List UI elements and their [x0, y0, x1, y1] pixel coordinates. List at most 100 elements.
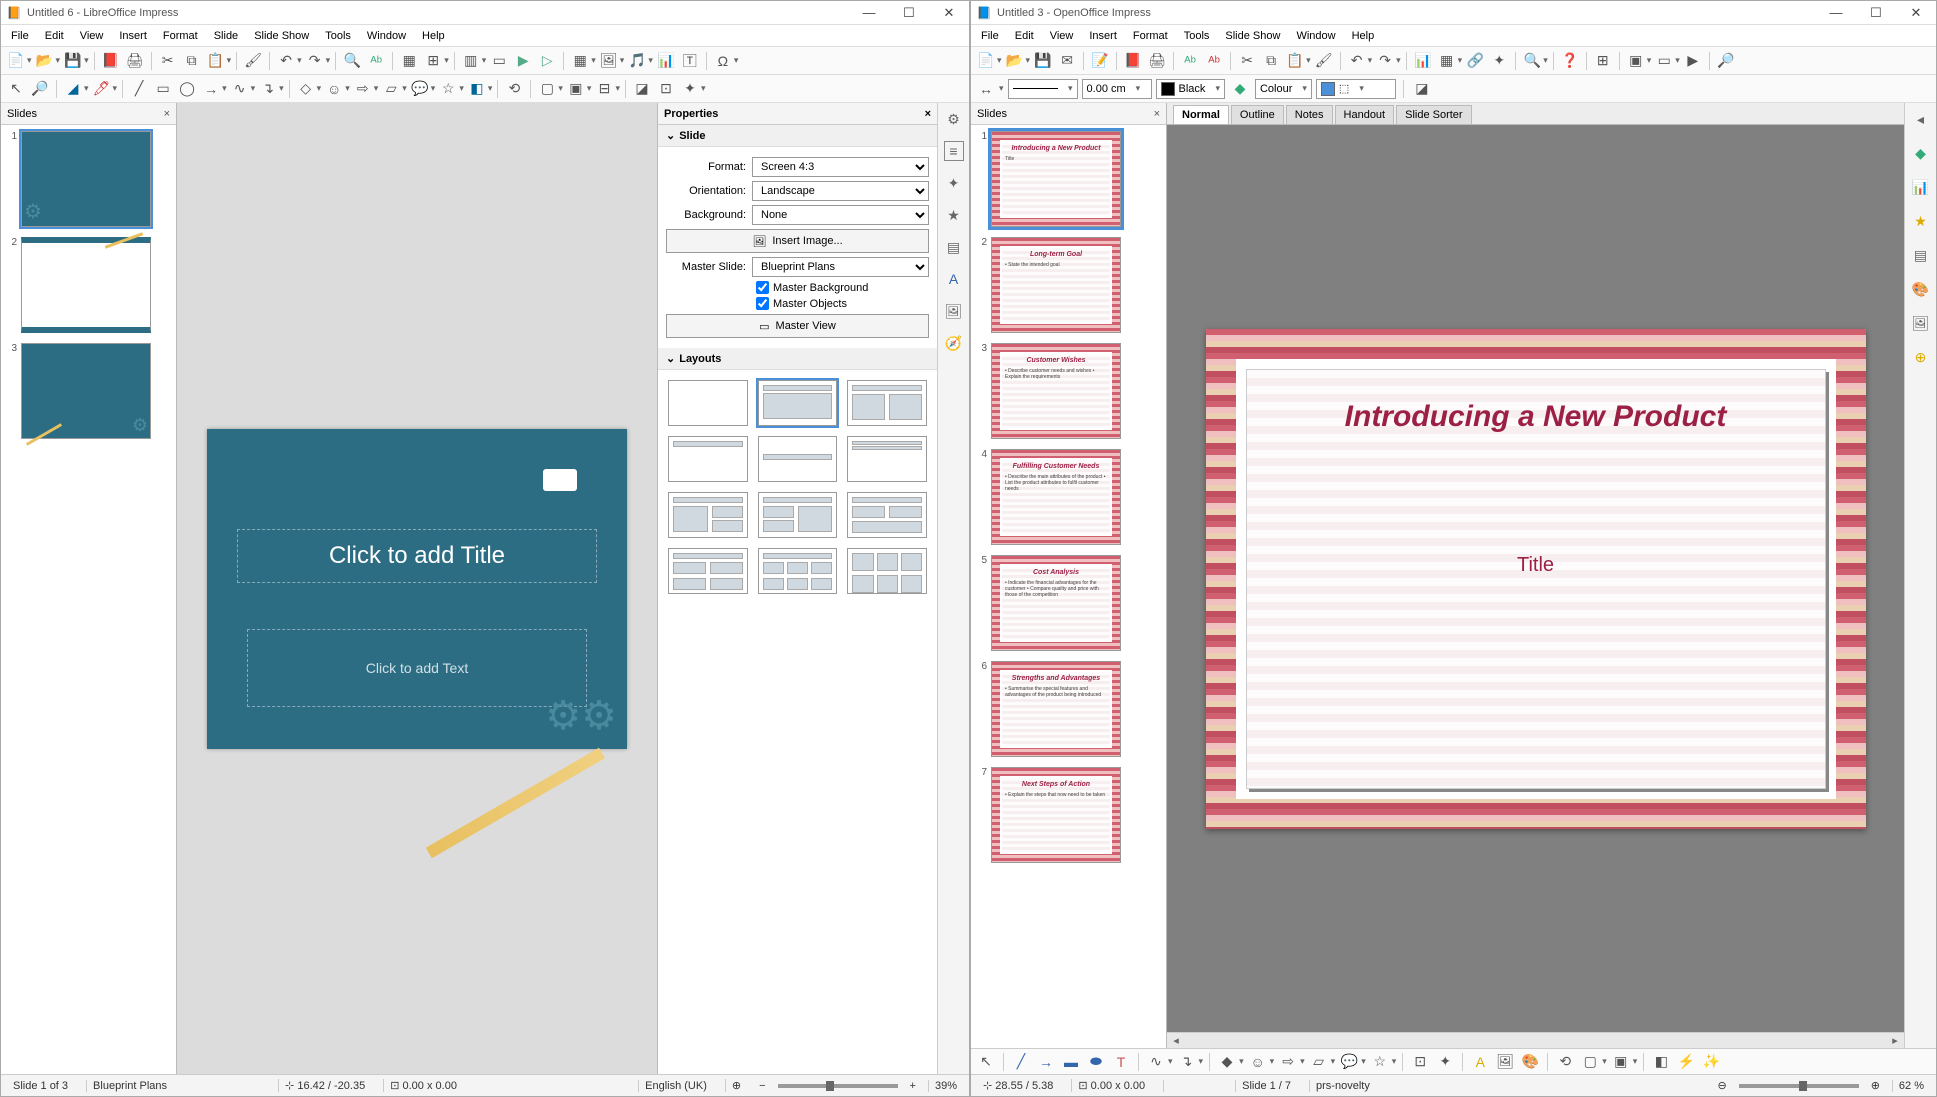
menu-edit[interactable]: Edit [39, 28, 70, 44]
ellipse-icon[interactable]: ⬬ [1085, 1051, 1107, 1073]
paste-icon[interactable]: 📋 [1284, 50, 1306, 72]
print-icon[interactable]: 🖨 [1146, 50, 1168, 72]
menu-insert[interactable]: Insert [1083, 28, 1123, 44]
format-select[interactable]: Screen 4:3 [752, 157, 929, 177]
chevron-down-icon[interactable]: ⌄ [666, 129, 675, 142]
find-icon[interactable]: 🔍 [341, 50, 363, 72]
undo-icon[interactable]: ↶ [1346, 50, 1368, 72]
fill-color-combo[interactable]: ⬚▾ [1316, 79, 1396, 99]
menu-tools[interactable]: Tools [1178, 28, 1216, 44]
status-language[interactable]: English (UK) [638, 1080, 713, 1092]
find-icon[interactable]: 🔎 [1715, 50, 1737, 72]
orientation-select[interactable]: Landscape [752, 181, 929, 201]
tab-slide-sorter[interactable]: Slide Sorter [1396, 105, 1471, 124]
export-pdf-icon[interactable]: 📕 [1122, 50, 1144, 72]
display-views-icon[interactable]: ▥ [460, 50, 482, 72]
layout-right-split[interactable] [758, 492, 838, 538]
align-icon[interactable]: ▢ [536, 78, 558, 100]
paste-icon[interactable]: 📋 [205, 50, 227, 72]
insert-table-icon[interactable]: ▦ [569, 50, 591, 72]
line-color-icon[interactable]: 🖊 [91, 78, 113, 100]
slide-thumbnail-1[interactable]: ⚙ [21, 131, 151, 227]
title-placeholder[interactable]: Click to add Title [237, 529, 597, 583]
insert-chart-icon[interactable]: 📊 [655, 50, 677, 72]
line-color-combo[interactable]: Black▾ [1156, 79, 1225, 99]
sidebar-settings-icon[interactable]: ⚙ [944, 109, 964, 129]
menu-tools[interactable]: Tools [319, 28, 357, 44]
sidebar-settings-icon[interactable]: ◂ [1911, 109, 1931, 129]
layout-2content[interactable] [847, 436, 927, 482]
area-icon[interactable]: ◆ [1229, 78, 1251, 100]
rectangle-icon[interactable]: ▬ [1060, 1051, 1082, 1073]
symbol-shapes-icon[interactable]: ☺ [323, 78, 345, 100]
slide-thumbnail-6[interactable]: Strengths and Advantages • Summarise the… [991, 661, 1121, 757]
menu-help[interactable]: Help [416, 28, 451, 44]
line-icon[interactable]: ╱ [1010, 1051, 1032, 1073]
text-icon[interactable]: T [1110, 1051, 1132, 1073]
layout-top-split[interactable] [847, 492, 927, 538]
help-icon[interactable]: ❓ [1559, 50, 1581, 72]
navigator-icon[interactable]: ✦ [1488, 50, 1510, 72]
chart-icon[interactable]: 📊 [1412, 50, 1434, 72]
block-arrows-icon[interactable]: ⇨ [352, 78, 374, 100]
curve-icon[interactable]: ∿ [1145, 1051, 1167, 1073]
email-icon[interactable]: ✉ [1056, 50, 1078, 72]
print-icon[interactable]: 🖨 [124, 50, 146, 72]
crop-icon[interactable]: ⊡ [655, 78, 677, 100]
line-icon[interactable]: ╱ [128, 78, 150, 100]
autospellcheck-icon[interactable]: ᴬᵇ [1203, 50, 1225, 72]
callouts-icon[interactable]: 💬 [1338, 1051, 1360, 1073]
zoom-out-icon[interactable]: − [759, 1080, 765, 1092]
slide-thumbnail-5[interactable]: Cost Analysis • Indicate the financial a… [991, 555, 1121, 651]
stars-icon[interactable]: ☆ [437, 78, 459, 100]
master-background-checkbox[interactable] [756, 281, 769, 294]
open-icon[interactable]: 📂 [1004, 50, 1026, 72]
menu-edit[interactable]: Edit [1009, 28, 1040, 44]
menu-format[interactable]: Format [1127, 28, 1174, 44]
slide-thumbnail-7[interactable]: Next Steps of Action • Explain the steps… [991, 767, 1121, 863]
navigator-deck-icon[interactable]: ⊕ [1911, 347, 1931, 367]
hyperlink-icon[interactable]: 🔗 [1464, 50, 1486, 72]
layout-6content[interactable] [758, 548, 838, 594]
custom-animation-deck-icon[interactable]: ★ [1911, 211, 1931, 231]
insert-textbox-icon[interactable]: 🅃 [679, 50, 701, 72]
close-button[interactable]: ✕ [935, 5, 963, 21]
master-slide-icon[interactable]: ▭ [488, 50, 510, 72]
animation-icon[interactable]: ✨ [1700, 1051, 1722, 1073]
layout-4content[interactable] [668, 548, 748, 594]
insert-image-button[interactable]: 🖼Insert Image... [666, 229, 929, 253]
zoom-slider[interactable] [1739, 1084, 1859, 1088]
fontwork-icon[interactable]: A [1469, 1051, 1491, 1073]
slide-transition-deck-icon[interactable]: ▤ [1911, 245, 1931, 265]
spellcheck-icon[interactable]: ᴬᵇ [365, 50, 387, 72]
glue-points-icon[interactable]: ✦ [1434, 1051, 1456, 1073]
spellcheck-icon[interactable]: ᴬᵇ [1179, 50, 1201, 72]
slide-editor[interactable]: Click to add Title Click to add Text ⚙⚙ [177, 103, 657, 1074]
layout-title-only[interactable] [668, 436, 748, 482]
insert-image-icon[interactable]: 🖼 [598, 50, 620, 72]
maximize-button[interactable]: ☐ [1862, 5, 1890, 21]
arrow-icon[interactable]: → [1035, 1051, 1057, 1073]
menu-format[interactable]: Format [157, 28, 204, 44]
redo-icon[interactable]: ↷ [304, 50, 326, 72]
status-zoom[interactable]: 39% [928, 1080, 963, 1092]
ellipse-icon[interactable]: ◯ [176, 78, 198, 100]
clone-formatting-icon[interactable]: 🖌 [242, 50, 264, 72]
grid-icon[interactable]: ▦ [398, 50, 420, 72]
cut-icon[interactable]: ✂ [1236, 50, 1258, 72]
flowchart-icon[interactable]: ▱ [1308, 1051, 1330, 1073]
slide-design-icon[interactable]: ▣ [1625, 50, 1647, 72]
copy-icon[interactable]: ⧉ [1260, 50, 1282, 72]
slide-subtitle[interactable]: Title [1247, 554, 1825, 577]
arrow-line-icon[interactable]: → [200, 78, 222, 100]
shadow-icon[interactable]: ◪ [1411, 78, 1433, 100]
edit-file-icon[interactable]: 📝 [1089, 50, 1111, 72]
tab-outline[interactable]: Outline [1231, 105, 1284, 124]
slide-canvas[interactable]: Introducing a New Product Title [1206, 329, 1866, 829]
layout-title-2content[interactable] [847, 380, 927, 426]
line-width-combo[interactable]: 0.00 cm▾ [1082, 79, 1152, 99]
menu-slideshow[interactable]: Slide Show [248, 28, 315, 44]
master-pages-deck-icon[interactable]: 📊 [1911, 177, 1931, 197]
zoom-out-icon[interactable]: ⊖ [1717, 1079, 1726, 1092]
open-icon[interactable]: 📂 [34, 50, 56, 72]
